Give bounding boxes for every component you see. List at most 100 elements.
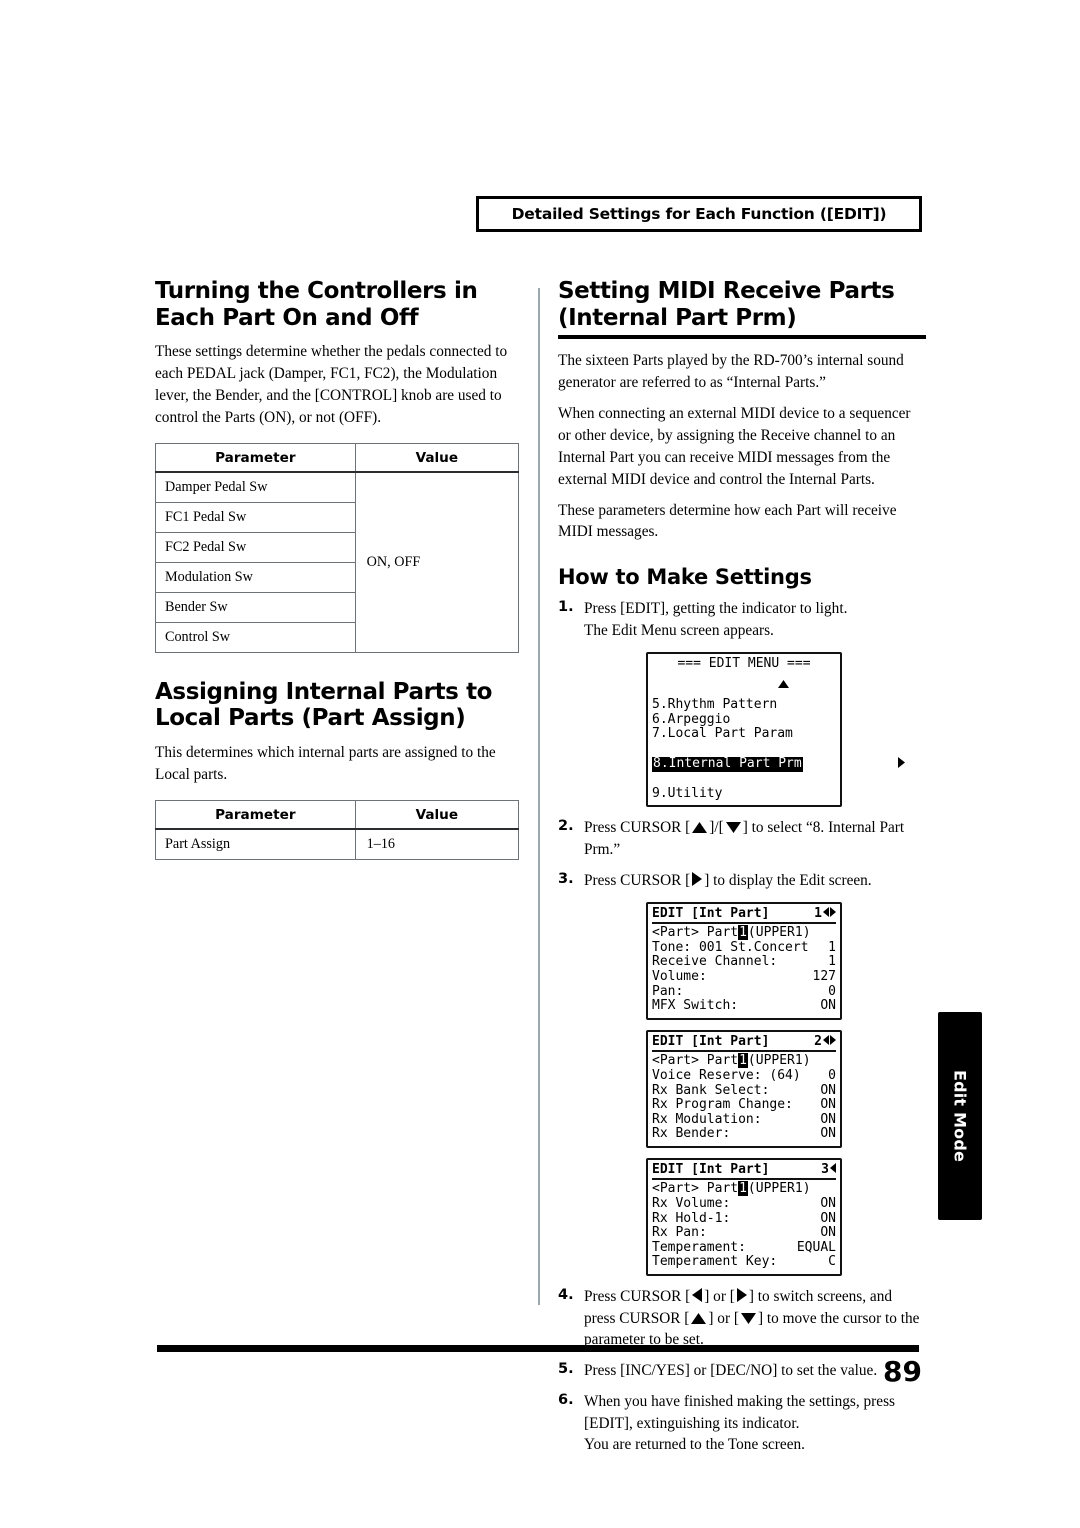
lcd-param-row: Receive Channel: 1 xyxy=(652,955,836,970)
step-number: 5. xyxy=(558,1361,574,1378)
lcd-param-row: MFX Switch: ON xyxy=(652,999,836,1014)
table-header-row: Parameter Value xyxy=(155,442,520,473)
lcd-part-highlight: 1 xyxy=(738,1053,748,1069)
step-6: 6. When you have finished making the set… xyxy=(558,1391,926,1456)
lcd-divider xyxy=(652,1178,836,1181)
left-triangle-icon xyxy=(830,1162,836,1178)
step-text: Press CURSOR [] to display the Edit scre… xyxy=(584,870,872,892)
lcd-int-part-screen-1: EDIT [Int Part] 1 <Part> Part1(UPPER1) T… xyxy=(646,901,842,1020)
lcd-part-suffix: (UPPER1) xyxy=(747,1181,811,1197)
step-text: Press [EDIT], getting the indicator to l… xyxy=(584,598,847,641)
manual-page: Detailed Settings for Each Function ([ED… xyxy=(0,0,1080,1528)
step-number: 2. xyxy=(558,818,574,835)
lcd-param-row: Rx Pan: ON xyxy=(652,1226,836,1241)
left-triangle-icon xyxy=(823,906,829,922)
lcd-param-label: Rx Program Change: xyxy=(652,1097,793,1113)
section-body-controllers: These settings determine whether the ped… xyxy=(155,343,508,426)
param-value-span: ON, OFF xyxy=(354,471,520,653)
table-header-row: Parameter Value xyxy=(155,799,520,830)
right-triangle-icon xyxy=(804,742,905,787)
lcd-divider xyxy=(652,1050,836,1053)
table-row: Damper Pedal Sw ON, OFF xyxy=(155,471,520,653)
step-number: 6. xyxy=(558,1391,574,1408)
lcd-int-part-screen-2: EDIT [Int Part] 2 <Part> Part1(UPPER1) V… xyxy=(646,1029,842,1148)
step-line-primary: Press [EDIT], getting the indicator to l… xyxy=(584,600,848,618)
lcd-param-label: Rx Volume: xyxy=(652,1196,731,1212)
lcd-param-label: MFX Switch: xyxy=(652,998,739,1014)
step-3: 3. Press CURSOR [] to display the Edit s… xyxy=(558,870,926,892)
running-header: Detailed Settings for Each Function ([ED… xyxy=(476,196,922,232)
lcd-param-row: Tone: 001 St.Concert 1 xyxy=(652,939,836,956)
param-name: Control Sw xyxy=(155,621,356,653)
lcd-param-label: Pan: xyxy=(652,983,684,999)
lcd-menu-item: 7.Local Part Param xyxy=(652,726,793,742)
lcd-param-label: Volume: xyxy=(652,968,707,984)
step-text: Press CURSOR []/[] to select “8. Interna… xyxy=(584,817,926,860)
param-name: Bender Sw xyxy=(155,591,356,623)
column-divider xyxy=(538,288,540,1305)
step-text-a: Press CURSOR [ xyxy=(584,1288,691,1306)
table-col-parameter: Parameter xyxy=(155,799,356,830)
section-body-part-assign: This determines which internal parts are… xyxy=(155,744,496,783)
param-name: Damper Pedal Sw xyxy=(155,471,356,503)
up-triangle-icon xyxy=(692,822,708,834)
lcd-part-suffix: (UPPER1) xyxy=(747,925,811,941)
lcd-param-row: Temperament: EQUAL xyxy=(652,1239,836,1256)
lcd-int-part-screen-3: EDIT [Int Part] 3 <Part> Part1(UPPER1) R… xyxy=(646,1157,842,1277)
lcd-part-suffix: (UPPER1) xyxy=(747,1053,811,1069)
lcd-param-value: ON xyxy=(820,1097,836,1113)
right-column: Setting MIDI Receive Parts (Internal Par… xyxy=(558,278,926,1465)
lcd-title-row: EDIT [Int Part] 3 xyxy=(652,1161,836,1178)
down-triangle-icon xyxy=(725,822,741,834)
lcd-param-label: Temperament Key: xyxy=(652,1254,778,1270)
lcd-param-label: Rx Hold-1: xyxy=(652,1210,731,1226)
lcd-param-label: Rx Modulation: xyxy=(652,1111,762,1127)
lcd-param-row: Rx Modulation: ON xyxy=(652,1111,836,1128)
section-heading-midi-receive: Setting MIDI Receive Parts (Internal Par… xyxy=(558,278,926,340)
lcd-page-number: 1 xyxy=(814,905,822,921)
step-1: 1. Press [EDIT], getting the indicator t… xyxy=(558,598,926,641)
lcd-part-line: <Part> Part1(UPPER1) xyxy=(652,1181,836,1197)
step-line-secondary: The Edit Menu screen appears. xyxy=(584,621,774,639)
paragraph-parameters: These parameters determine how each Part… xyxy=(558,501,897,541)
left-triangle-icon xyxy=(823,1034,829,1050)
lcd-param-label: Rx Bender: xyxy=(652,1126,731,1142)
lcd-page-indicator: 1 xyxy=(814,905,836,922)
lcd-param-value: ON xyxy=(820,998,836,1014)
right-triangle-icon xyxy=(830,906,836,922)
step-2: 2. Press CURSOR []/[] to select “8. Inte… xyxy=(558,817,926,860)
lcd-part-prefix: <Part> Part xyxy=(652,1053,739,1069)
lcd-scroll-up-icon xyxy=(652,671,836,698)
lcd-param-value: 1 xyxy=(828,939,836,955)
controllers-parameter-table: Parameter Value Damper Pedal Sw ON, OFF … xyxy=(155,442,520,653)
lcd-param-value: ON xyxy=(820,1082,836,1098)
lcd-param-value: EQUAL xyxy=(796,1239,836,1255)
step-number: 1. xyxy=(558,599,574,616)
lcd-param-row: Pan: 0 xyxy=(652,983,836,1000)
lcd-page-number: 3 xyxy=(821,1161,829,1177)
lcd-param-label: Rx Bank Select: xyxy=(652,1082,770,1098)
param-name: FC2 Pedal Sw xyxy=(155,531,356,563)
lcd-param-value: 127 xyxy=(812,968,836,984)
lcd-title: EDIT [Int Part] xyxy=(652,1161,770,1177)
lcd-title: EDIT [Int Part] xyxy=(652,905,770,921)
lcd-menu-item-label: 8.Internal Part Prm xyxy=(652,756,803,772)
step-text-b: ] or [ xyxy=(704,1288,735,1306)
step-text-b: ]/[ xyxy=(709,819,724,837)
lcd-part-prefix: <Part> Part xyxy=(652,925,739,941)
lcd-param-row: Rx Bender: ON xyxy=(652,1127,836,1142)
section-heading-part-assign: Assigning Internal Parts to Local Parts … xyxy=(155,678,493,732)
lcd-param-value: C xyxy=(828,1254,836,1270)
lcd-param-label: Voice Reserve: (64) xyxy=(652,1067,801,1083)
down-triangle-icon xyxy=(740,1312,756,1324)
lcd-param-value: 0 xyxy=(828,1067,836,1083)
lcd-param-value: ON xyxy=(820,1126,836,1142)
lcd-menu-item: 6.Arpeggio xyxy=(652,711,731,727)
lcd-param-row: Rx Volume: ON xyxy=(652,1196,836,1212)
param-value: 1–16 xyxy=(354,828,520,860)
lcd-param-value: 1 xyxy=(828,954,836,970)
table-col-value: Value xyxy=(354,442,520,473)
lcd-edit-menu-screen: === EDIT MENU === 5.Rhythm Pattern 6.Arp… xyxy=(646,651,905,808)
table-row: Part Assign 1–16 xyxy=(155,828,520,860)
part-assign-parameter-table: Parameter Value Part Assign 1–16 xyxy=(155,799,520,860)
